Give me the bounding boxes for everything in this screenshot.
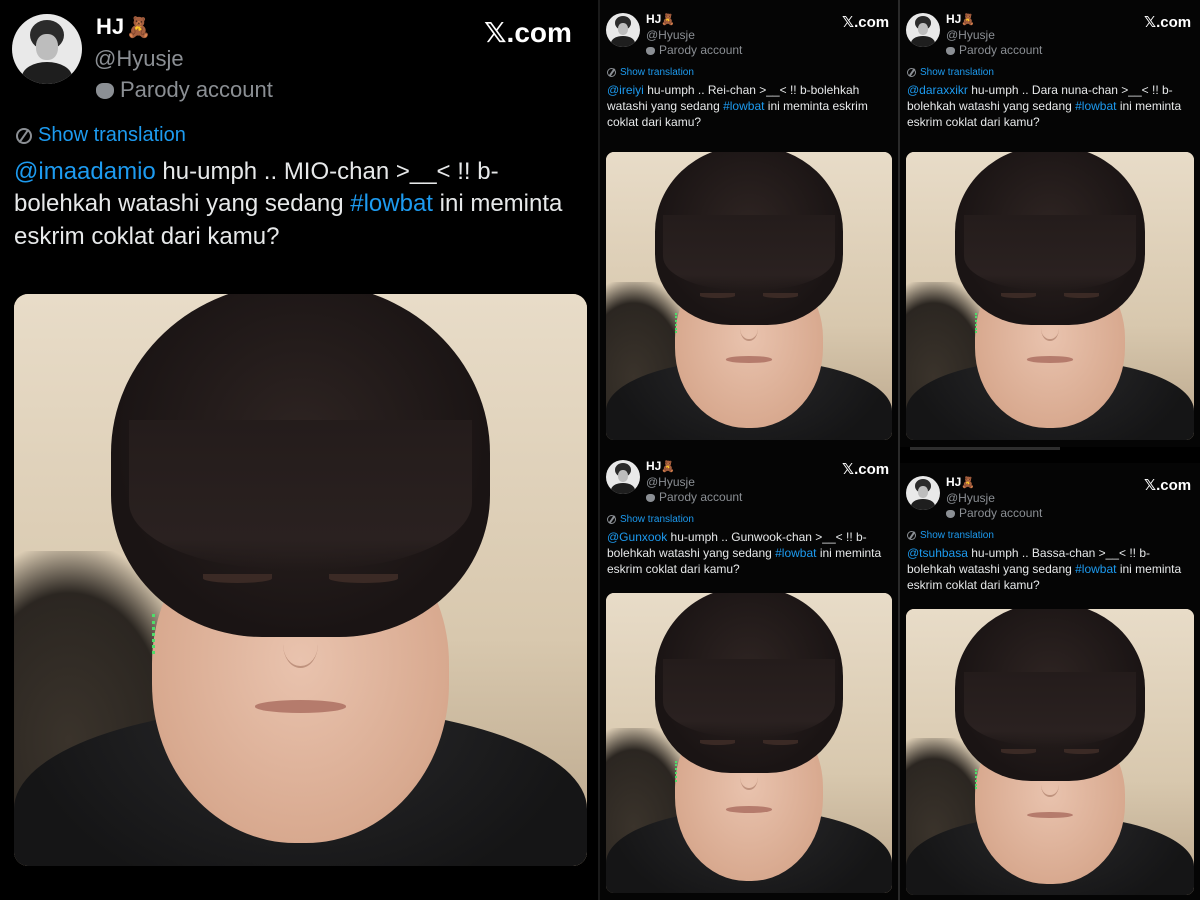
small-post-1: HJ🧸 @Hyusje Parody account 𝕏.com Show tr… <box>600 0 898 447</box>
display-name[interactable]: HJ🧸 <box>646 459 675 473</box>
mention-link[interactable]: @tsuhbasa <box>907 546 968 560</box>
user-handle[interactable]: @Hyusje <box>646 28 695 42</box>
parody-label: Parody account <box>646 43 742 57</box>
parody-label-text: Parody account <box>959 506 1043 520</box>
x-brand-logo: 𝕏.com <box>842 14 890 31</box>
small-post-4: HJ🧸 @Hyusje Parody account 𝕏.com Show tr… <box>900 463 1200 900</box>
parody-label-text: Parody account <box>959 43 1043 57</box>
mask-icon <box>946 509 955 518</box>
show-translation-link[interactable]: Show translation <box>907 67 994 78</box>
avatar[interactable] <box>606 13 640 47</box>
show-translation-link[interactable]: Show translation <box>16 124 186 147</box>
display-name-text: HJ <box>946 475 962 489</box>
x-brand-logo: 𝕏.com <box>842 461 890 478</box>
mention-link[interactable]: @ireiyi <box>607 83 644 97</box>
tweet-text: @tsuhbasa hu-umph .. Bassa-chan >__< !! … <box>907 545 1193 594</box>
show-translation-link[interactable]: Show translation <box>607 514 694 525</box>
translate-icon <box>16 127 32 144</box>
x-brand-logo: 𝕏.com <box>1144 477 1192 494</box>
mask-icon <box>646 493 655 502</box>
display-name-text: HJ <box>646 459 662 473</box>
parody-label-text: Parody account <box>659 43 743 57</box>
tweet-photo[interactable] <box>606 593 892 893</box>
mask-icon <box>646 46 655 55</box>
show-translation-text: Show translation <box>620 514 694 525</box>
user-handle[interactable]: @Hyusje <box>946 28 995 42</box>
hashtag-link[interactable]: #lowbat <box>775 546 816 560</box>
tweet-text: @ireiyi hu-umph .. Rei-chan >__< !! b-bo… <box>607 82 891 131</box>
translate-icon <box>607 67 616 77</box>
tweet-text: @daraxxikr hu-umph .. Dara nuna-chan >__… <box>907 82 1193 131</box>
user-handle[interactable]: @Hyusje <box>646 475 695 489</box>
show-translation-text: Show translation <box>920 530 994 541</box>
tweet-photo[interactable] <box>906 152 1194 440</box>
tweet-text: @Gunxook hu-umph .. Gunwook-chan >__< !!… <box>607 529 891 578</box>
show-translation-text: Show translation <box>620 67 694 78</box>
user-handle[interactable]: @Hyusje <box>94 46 184 72</box>
tweet-photo[interactable] <box>14 294 587 866</box>
avatar[interactable] <box>12 14 82 84</box>
parody-label: Parody account <box>946 43 1042 57</box>
hashtag-link[interactable]: #lowbat <box>723 99 764 113</box>
panel-divider <box>910 447 1060 450</box>
translate-icon <box>907 530 916 540</box>
mask-icon <box>946 46 955 55</box>
display-name[interactable]: HJ🧸 <box>946 12 975 26</box>
mention-link[interactable]: @imaadamio <box>14 158 156 185</box>
teddy-bear-emoji: 🧸 <box>961 477 976 489</box>
display-name[interactable]: HJ🧸 <box>946 475 975 489</box>
display-name[interactable]: HJ🧸 <box>96 14 151 40</box>
parody-label-text: Parody account <box>659 490 743 504</box>
hashtag-link[interactable]: #lowbat <box>350 190 433 217</box>
avatar[interactable] <box>906 13 940 47</box>
show-translation-link[interactable]: Show translation <box>607 67 694 78</box>
display-name[interactable]: HJ🧸 <box>646 12 675 26</box>
mask-icon <box>96 83 114 100</box>
show-translation-link[interactable]: Show translation <box>907 530 994 541</box>
display-name-text: HJ <box>646 12 662 26</box>
parody-label-text: Parody account <box>120 77 273 102</box>
teddy-bear-emoji: 🧸 <box>961 14 976 26</box>
hashtag-link[interactable]: #lowbat <box>1075 99 1116 113</box>
show-translation-text: Show translation <box>920 67 994 78</box>
small-post-2: HJ🧸 @Hyusje Parody account 𝕏.com Show tr… <box>900 0 1200 447</box>
show-translation-text: Show translation <box>38 124 186 146</box>
user-handle[interactable]: @Hyusje <box>946 491 995 505</box>
teddy-bear-emoji: 🧸 <box>661 461 676 473</box>
display-name-text: HJ <box>96 14 125 39</box>
display-name-text: HJ <box>946 12 962 26</box>
small-post-3: HJ🧸 @Hyusje Parody account 𝕏.com Show tr… <box>600 447 898 900</box>
tweet-photo[interactable] <box>906 609 1194 895</box>
translate-icon <box>907 67 916 77</box>
teddy-bear-emoji: 🧸 <box>126 17 152 39</box>
avatar[interactable] <box>606 460 640 494</box>
translate-icon <box>607 514 616 524</box>
mention-link[interactable]: @daraxxikr <box>907 83 968 97</box>
main-post: HJ 🧸 @Hyusje Parody account 𝕏.com Show tr… <box>0 0 598 900</box>
parody-label: Parody account <box>646 490 742 504</box>
parody-label: Parody account <box>946 506 1042 520</box>
hashtag-link[interactable]: #lowbat <box>1075 562 1116 576</box>
x-brand-logo: 𝕏.com <box>484 17 572 48</box>
x-brand-logo: 𝕏.com <box>1144 14 1192 31</box>
parody-label: Parody account <box>96 77 273 103</box>
teddy-bear-emoji: 🧸 <box>661 14 676 26</box>
tweet-photo[interactable] <box>606 152 892 440</box>
panel-divider <box>898 0 900 900</box>
avatar[interactable] <box>906 476 940 510</box>
mention-link[interactable]: @Gunxook <box>607 530 667 544</box>
tweet-text: @imaadamio hu-umph .. MIO-chan >__< !! b… <box>14 156 574 253</box>
